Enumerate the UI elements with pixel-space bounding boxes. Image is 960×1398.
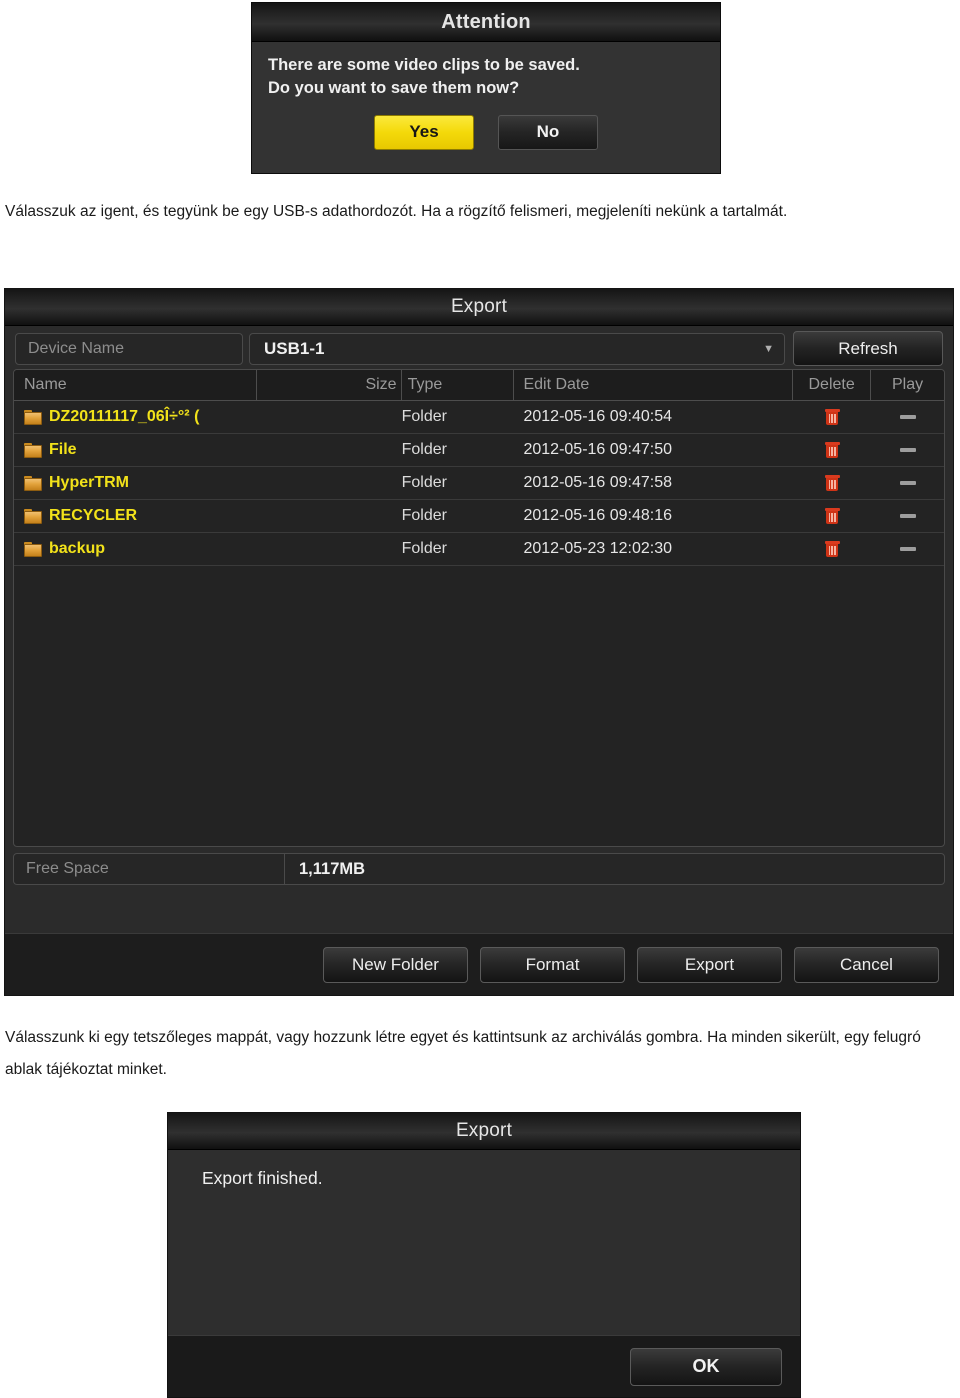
table-row[interactable]: HyperTRM Folder 2012-05-16 09:47:58 [14, 467, 944, 500]
device-name-row: Device Name USB1-1 ▼ Refresh [5, 326, 953, 366]
refresh-button[interactable]: Refresh [793, 331, 943, 366]
export-finished-dialog: Export Export finished. OK [167, 1112, 801, 1398]
folder-icon [24, 409, 42, 425]
attention-message-line-1: There are some video clips to be saved. [268, 56, 580, 74]
file-size-cell [257, 500, 402, 532]
play-cell [871, 533, 944, 565]
device-name-select[interactable]: USB1-1 ▼ [249, 332, 785, 365]
play-cell [871, 467, 944, 499]
column-header-edit-date[interactable]: Edit Date [514, 370, 794, 400]
file-type-cell: Folder [401, 474, 447, 491]
file-name-cell: File [14, 434, 257, 466]
delete-cell[interactable] [793, 533, 871, 565]
export-file-browser-panel: Export Device Name USB1-1 ▼ Refresh Name… [4, 288, 954, 996]
attention-message-line-2: Do you want to save them now? [268, 79, 520, 98]
file-name-cell: HyperTRM [14, 467, 257, 499]
trash-icon[interactable] [824, 441, 840, 459]
dash-icon [899, 415, 916, 419]
dash-icon [899, 514, 916, 518]
file-type-cell: Folder [401, 408, 447, 425]
play-cell [871, 401, 944, 433]
attention-dialog: Attention There are some video clips to … [251, 2, 721, 174]
column-header-type[interactable]: Type [402, 370, 515, 400]
instruction-paragraph-bottom: Válasszunk ki egy tetszőleges mappát, va… [5, 1029, 921, 1078]
column-header-size[interactable]: Size [257, 370, 402, 400]
file-size-cell [257, 434, 402, 466]
table-row[interactable]: File Folder 2012-05-16 09:47:50 [14, 434, 944, 467]
delete-cell[interactable] [793, 467, 871, 499]
format-button[interactable]: Format [480, 946, 625, 983]
no-button[interactable]: No [498, 114, 598, 150]
file-name-cell: RECYCLER [14, 500, 257, 532]
dash-icon [899, 448, 916, 452]
file-type-cell: Folder [401, 441, 447, 458]
attention-message: There are some video clips to be saved. … [252, 42, 720, 101]
play-cell [871, 500, 944, 532]
instruction-paragraph-top: Válasszuk az igent, és tegyünk be egy US… [5, 203, 788, 220]
column-header-name[interactable]: Name [14, 370, 257, 400]
file-edit-date-cell: 2012-05-23 12:02:30 [523, 540, 673, 557]
new-folder-button[interactable]: New Folder [323, 946, 468, 983]
file-edit-date-cell: 2012-05-16 09:40:54 [523, 408, 673, 425]
free-space-row: Free Space 1,117MB [13, 853, 945, 885]
file-size-cell [257, 401, 402, 433]
chevron-down-icon: ▼ [763, 342, 774, 355]
table-row[interactable]: backup Folder 2012-05-23 12:02:30 [14, 533, 944, 566]
column-header-play: Play [891, 376, 924, 393]
delete-cell[interactable] [793, 401, 871, 433]
device-name-value: USB1-1 [264, 338, 325, 358]
free-space-label: Free Space [14, 854, 285, 884]
file-edit-date-cell: 2012-05-16 09:47:50 [523, 441, 673, 458]
cancel-button[interactable]: Cancel [794, 946, 939, 983]
file-size-cell [257, 533, 402, 565]
folder-icon [24, 508, 42, 524]
file-name-cell: backup [14, 533, 257, 565]
export-panel-title: Export [5, 289, 953, 326]
folder-icon [24, 541, 42, 557]
file-type-cell: Folder [401, 507, 447, 524]
file-type-cell: Folder [401, 540, 447, 557]
device-name-label: Device Name [15, 332, 243, 365]
ok-button[interactable]: OK [630, 1347, 782, 1386]
table-row[interactable]: RECYCLER Folder 2012-05-16 09:48:16 [14, 500, 944, 533]
dash-icon [899, 481, 916, 485]
file-edit-date-cell: 2012-05-16 09:47:58 [523, 474, 673, 491]
trash-icon[interactable] [824, 507, 840, 525]
attention-dialog-title: Attention [252, 3, 720, 42]
export-panel-footer: New Folder Format Export Cancel [5, 933, 953, 995]
delete-cell[interactable] [793, 500, 871, 532]
file-name-label: HyperTRM [49, 474, 130, 491]
dash-icon [899, 547, 916, 551]
export-finished-footer: OK [168, 1335, 800, 1397]
trash-icon[interactable] [824, 408, 840, 426]
attention-dialog-buttons: Yes No [252, 114, 720, 150]
yes-button[interactable]: Yes [374, 114, 474, 150]
free-space-value: 1,117MB [299, 859, 366, 878]
trash-icon[interactable] [824, 540, 840, 558]
file-edit-date-cell: 2012-05-16 09:48:16 [523, 507, 673, 524]
export-finished-message: Export finished. [202, 1168, 323, 1188]
file-name-label: File [49, 441, 77, 458]
file-name-label: DZ20111117_06Î÷°² ( [49, 408, 200, 425]
table-row[interactable]: DZ20111117_06Î÷°² ( Folder 2012-05-16 09:4… [14, 401, 944, 434]
export-finished-title: Export [168, 1113, 800, 1150]
file-name-cell: DZ20111117_06Î÷°² ( [14, 401, 257, 433]
export-button[interactable]: Export [637, 946, 782, 983]
file-name-label: RECYCLER [49, 507, 138, 524]
file-table: Name Size Type Edit Date Delete Play DZ2… [13, 369, 945, 847]
play-cell [871, 434, 944, 466]
file-name-label: backup [49, 540, 106, 557]
folder-icon [24, 442, 42, 458]
folder-icon [24, 475, 42, 491]
column-header-delete: Delete [793, 370, 872, 400]
trash-icon[interactable] [824, 474, 840, 492]
file-table-body: DZ20111117_06Î÷°² ( Folder 2012-05-16 09:4… [14, 401, 944, 566]
file-size-cell [257, 467, 402, 499]
delete-cell[interactable] [793, 434, 871, 466]
file-table-header: Name Size Type Edit Date Delete Play [14, 370, 944, 401]
